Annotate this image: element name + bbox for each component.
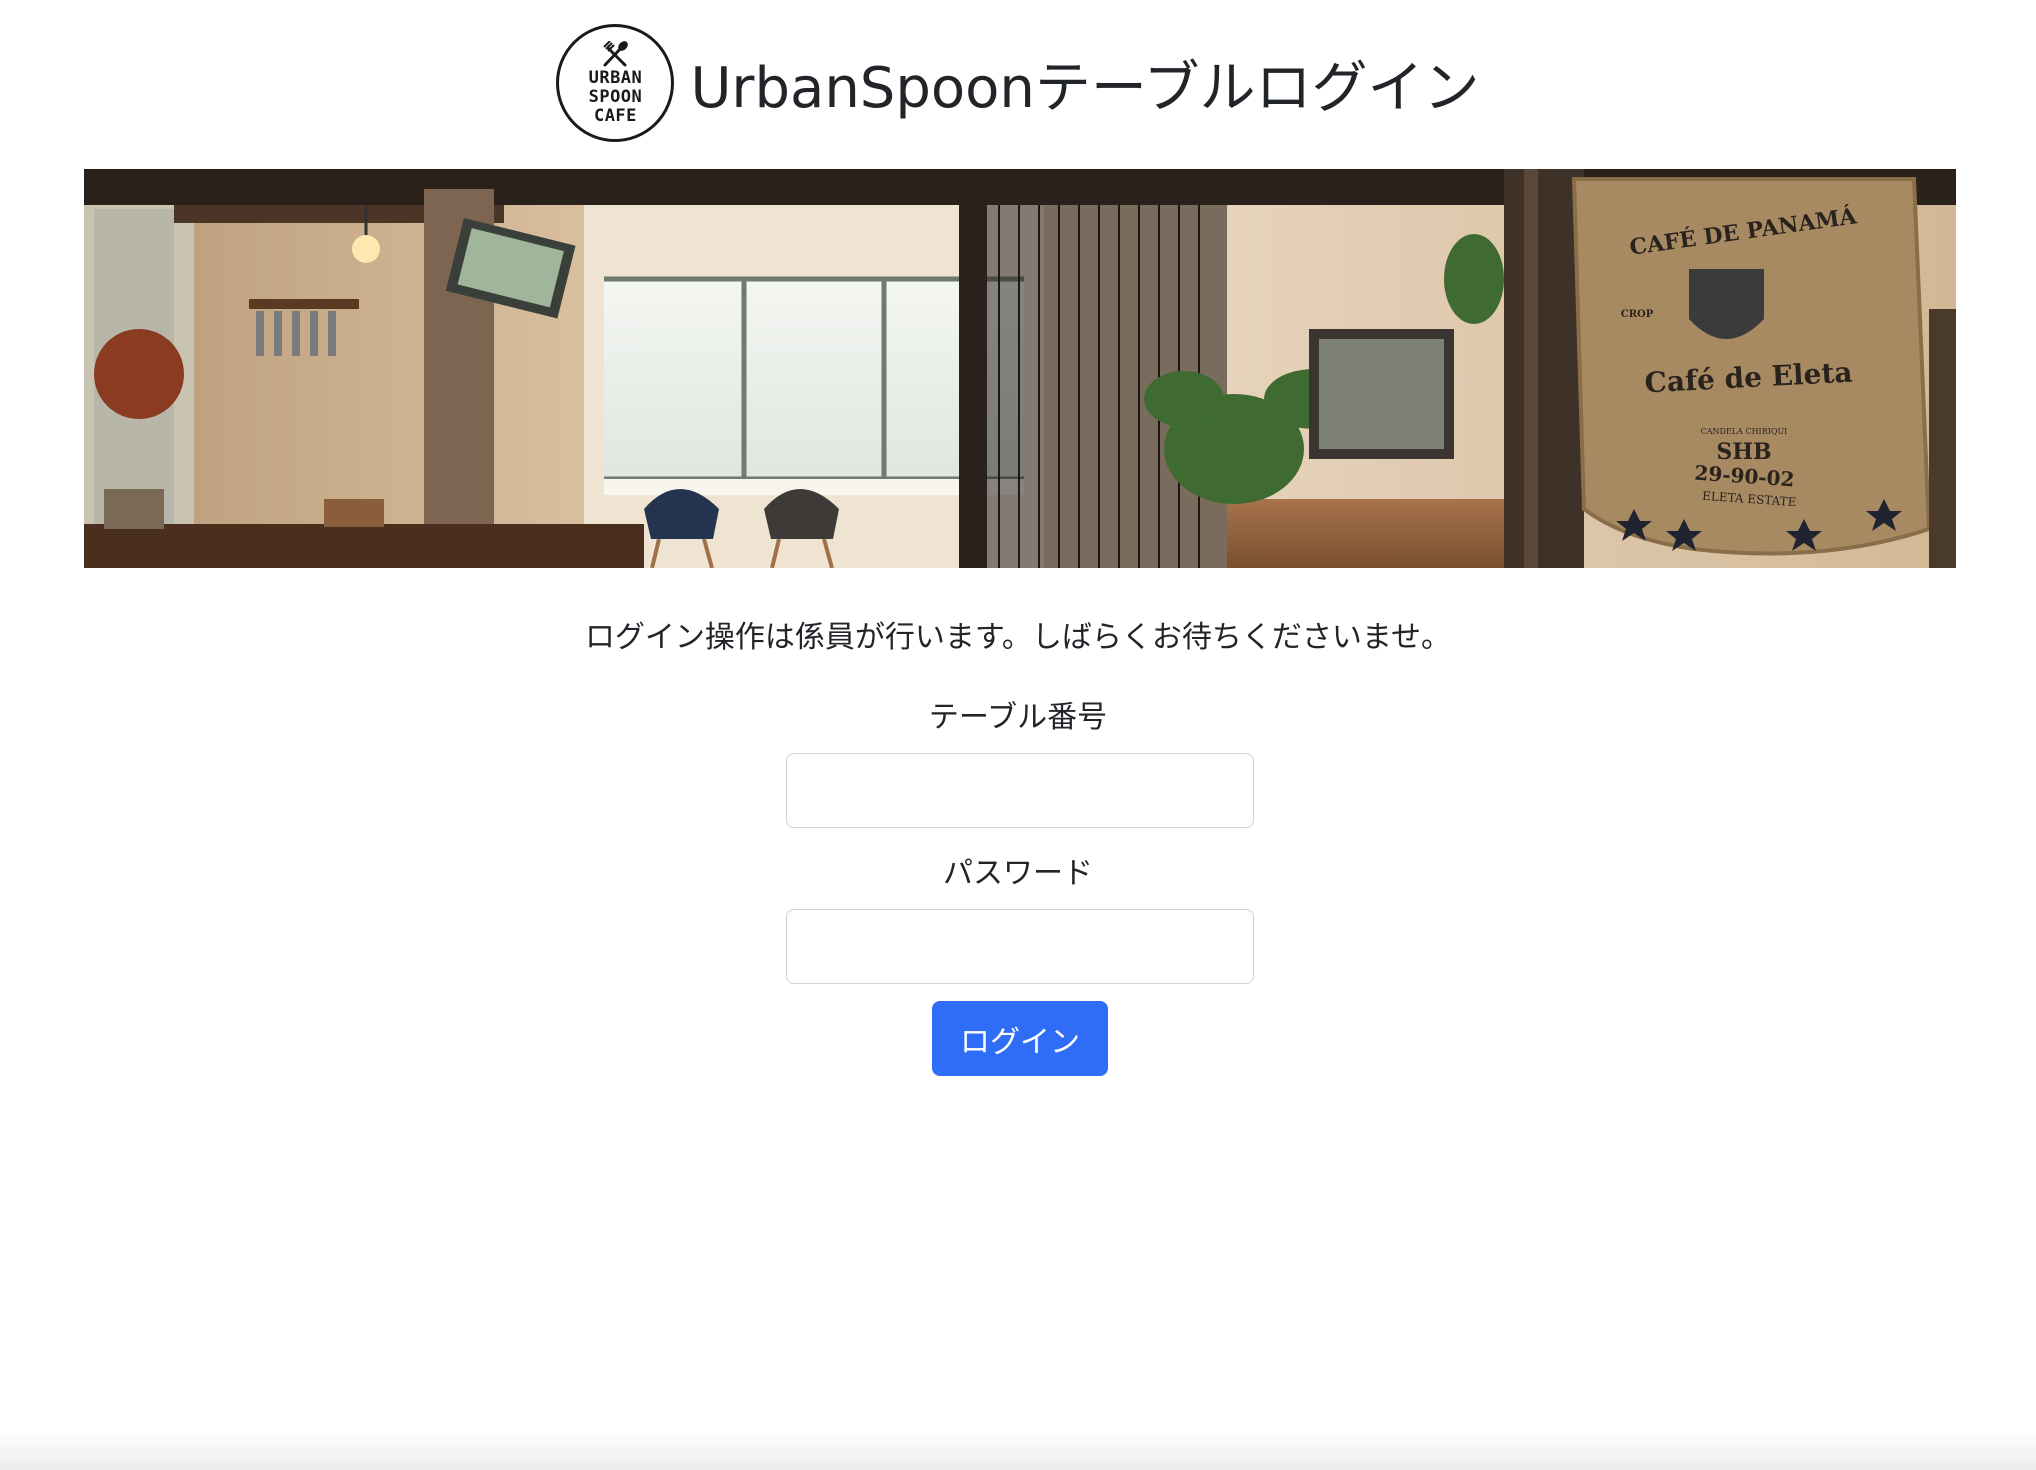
logo-text-line: URBAN [588, 67, 643, 88]
sack-text: CROP [1621, 309, 1654, 320]
cafe-banner-image: CAFÉ DE PANAMÁ CROP Café de Eleta CANDEL… [84, 169, 1956, 568]
page-title: UrbanSpoonテーブルログイン [690, 55, 1480, 121]
cafe-interior-illustration: CAFÉ DE PANAMÁ CROP Café de Eleta CANDEL… [84, 169, 1956, 568]
bottom-edge-shadow [0, 1430, 2036, 1470]
logo-text-line: CAFE [593, 105, 637, 126]
sack-text: CANDELA CHIRIQUI [1701, 427, 1788, 436]
password-label: パスワード [943, 856, 1093, 891]
login-notice-text: ログイン操作は係員が行います。しばらくお待ちくださいませ。 [584, 620, 1452, 655]
table-number-label: テーブル番号 [928, 700, 1108, 735]
table-number-input[interactable] [786, 753, 1254, 828]
password-input[interactable] [786, 909, 1254, 984]
page-header: URBAN SPOON CAFE UrbanSpoonテーブルログイン [0, 22, 2036, 144]
urbanspoon-logo: URBAN SPOON CAFE [556, 24, 675, 142]
sack-text: SHB [1716, 439, 1771, 465]
fork-spoon-icon [603, 40, 629, 66]
login-button[interactable]: ログイン [932, 1001, 1108, 1076]
logo-text-line: SPOON [588, 86, 643, 107]
